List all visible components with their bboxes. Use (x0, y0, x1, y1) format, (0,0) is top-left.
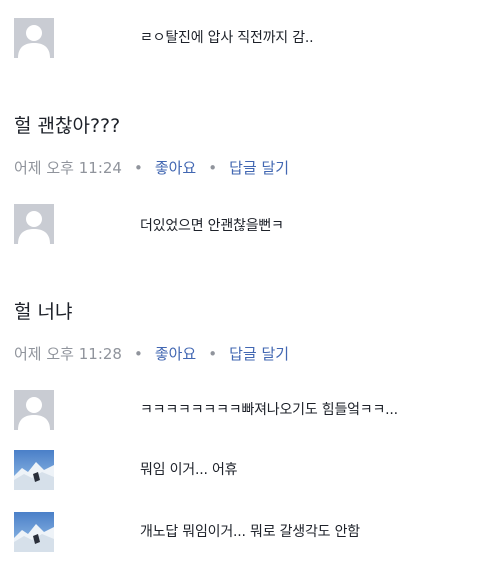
reply-text: 더있었으면 안괜찮을뻔ㅋ (140, 218, 284, 234)
reply-text: ㄹㅇ탈진에 압사 직전까지 감.. (140, 30, 314, 46)
reply-item: ㄹㅇ탈진에 압사 직전까지 감.. (0, 0, 500, 76)
comment-text: 헐 너냐 (14, 301, 73, 323)
default-avatar-icon[interactable] (14, 204, 54, 244)
reply-item: ㅋㅋㅋㅋㅋㅋㅋㅋ빠져나오기도 힘들엌ㅋㅋ... (0, 376, 500, 438)
comment-meta: 어제 오후 11:28 • 좋아요 • 답글 달기 (14, 344, 289, 364)
comment-timestamp: 어제 오후 11:28 (14, 345, 122, 363)
meta-separator: • (208, 345, 218, 363)
like-link[interactable]: 좋아요 (155, 159, 196, 177)
reply-text: 개노답 뭐임이거... 뭐로 갈생각도 안함 (140, 524, 360, 540)
comment-item: 헐 너냐 어제 오후 11:28 • 좋아요 • 답글 달기 (0, 264, 500, 376)
comment-meta: 어제 오후 11:24 • 좋아요 • 답글 달기 (14, 158, 289, 178)
reply-item: 개노답 뭐임이거... 뭐로 갈생각도 안함 (0, 500, 500, 568)
comment-text: 헐 괜찮아??? (14, 115, 121, 137)
meta-separator: • (133, 345, 143, 363)
snow-mountain-photo-avatar[interactable] (14, 512, 54, 552)
like-link[interactable]: 좋아요 (155, 345, 196, 363)
reply-item: 더있었으면 안괜찮을뻔ㅋ (0, 192, 500, 264)
reply-link[interactable]: 답글 달기 (229, 345, 289, 363)
reply-item: 뭐임 이거... 어휴 (0, 438, 500, 500)
meta-separator: • (208, 159, 218, 177)
meta-separator: • (133, 159, 143, 177)
comment-timestamp: 어제 오후 11:24 (14, 159, 122, 177)
comment-item: 헐 괜찮아??? 어제 오후 11:24 • 좋아요 • 답글 달기 (0, 76, 500, 192)
reply-text: 뭐임 이거... 어휴 (140, 462, 238, 478)
reply-link[interactable]: 답글 달기 (229, 159, 289, 177)
default-avatar-icon[interactable] (14, 390, 54, 430)
reply-text: ㅋㅋㅋㅋㅋㅋㅋㅋ빠져나오기도 힘들엌ㅋㅋ... (140, 402, 398, 418)
snow-mountain-photo-avatar[interactable] (14, 450, 54, 490)
default-avatar-icon[interactable] (14, 18, 54, 58)
